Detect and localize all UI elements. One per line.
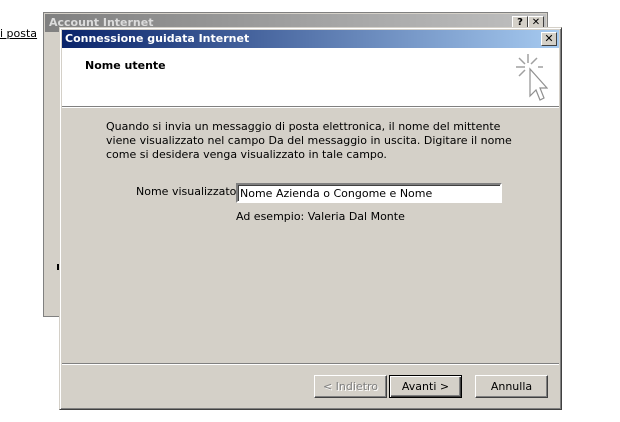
page-title: Nome utente — [85, 59, 166, 72]
wizard-title: Connessione guidata Internet — [65, 32, 250, 45]
cancel-button[interactable]: Annulla — [475, 375, 548, 398]
background-link[interactable]: i posta — [0, 27, 37, 40]
display-name-input[interactable] — [236, 183, 502, 203]
connection-wizard-dialog: Connessione guidata Internet ✕ Nome uten… — [59, 27, 562, 410]
example-text: Ad esempio: Valeria Dal Monte — [236, 210, 405, 223]
wizard-close-button[interactable]: ✕ — [541, 32, 557, 46]
cursor-sparkle-icon — [516, 54, 548, 101]
wizard-header: Nome utente — [62, 48, 559, 106]
next-button[interactable]: Avanti > — [389, 375, 462, 398]
footer-divider-highlight — [62, 364, 559, 365]
back-button[interactable]: < Indietro — [314, 375, 387, 398]
header-divider-highlight — [62, 107, 559, 108]
display-name-label: Nome visualizzato: — [136, 185, 241, 198]
wizard-titlebar[interactable]: Connessione guidata Internet ✕ — [62, 30, 559, 48]
description-text: Quando si invia un messaggio di posta el… — [106, 120, 512, 161]
